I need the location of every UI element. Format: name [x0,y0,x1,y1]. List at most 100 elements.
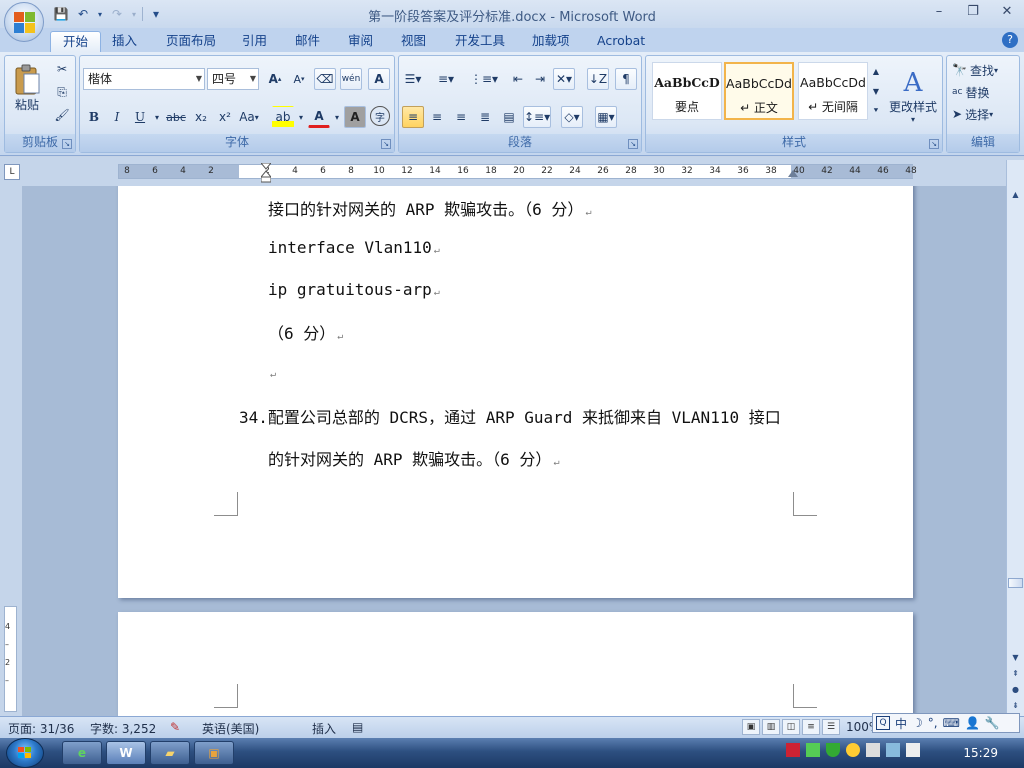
show-marks-icon[interactable]: ¶ [615,68,637,90]
volume-icon[interactable] [906,743,920,757]
insert-mode[interactable]: 插入 [312,720,336,737]
styles-scroll-down-icon[interactable]: ▼ [870,82,882,100]
vertical-scrollbar[interactable]: ▲ ▼ ⇞ ● ⇟ [1006,160,1024,716]
proofing-icon[interactable]: ✎ [170,720,180,734]
punctuation-icon[interactable]: °, [928,716,938,730]
select-button[interactable]: ➤ 选择 ▾ [951,103,1017,125]
enclose-char-button[interactable]: 字 [370,106,390,126]
text-direction-icon[interactable]: ✕▾ [553,68,575,90]
distribute-icon[interactable]: ▤ [498,106,520,128]
close-button[interactable]: ✕ [990,0,1024,22]
minimize-button[interactable]: – [922,0,956,22]
shrink-font-button[interactable]: A ▾ [288,68,310,90]
ie-taskbar-button[interactable]: e [62,741,102,765]
user-icon[interactable]: 👤 [965,716,980,730]
highlight-dropdown-icon[interactable]: ▾ [296,106,306,128]
style-no-spacing[interactable]: AaBbCcDd ↵ 无间隔 [798,62,868,120]
scroll-down-icon[interactable]: ▼ [1008,650,1023,665]
font-launcher-icon[interactable]: ↘ [381,139,391,149]
folder-taskbar-button[interactable]: ▰ [150,741,190,765]
tab-addins[interactable]: 加载项 [520,31,582,52]
tray-app-icon[interactable] [786,743,800,757]
line-spacing-icon[interactable]: ↕≡▾ [523,106,552,128]
document-line[interactable]: 34.配置公司总部的 DCRS，通过 ARP Guard 来抵御来自 VLAN1… [239,404,781,428]
strikethrough-button[interactable]: abc [165,106,187,128]
next-page-icon[interactable]: ⇟ [1008,698,1023,713]
start-button[interactable] [6,738,44,768]
align-left-icon[interactable]: ≡ [402,106,424,128]
copy-icon[interactable]: ⎘ [51,81,73,103]
paste-button[interactable]: 粘贴 [9,58,45,118]
char-shading-button[interactable]: A [344,106,366,128]
increase-indent-icon[interactable]: ⇥ [529,68,551,90]
ime-logo-icon[interactable]: Q [876,716,890,730]
underline-button[interactable]: U [129,106,151,128]
moon-icon[interactable]: ☽ [912,716,923,730]
tab-developer[interactable]: 开发工具 [443,31,517,52]
scroll-up-icon[interactable]: ▲ [1008,187,1023,202]
document-page[interactable] [118,612,913,716]
bullets-icon[interactable]: ☰▾ [402,68,424,90]
tray-network-icon[interactable] [806,743,820,757]
tools-icon[interactable]: 🔧 [985,716,1000,730]
indent-marker-icon[interactable] [261,163,271,183]
restore-button[interactable]: ❐ [956,0,990,22]
print-layout-icon[interactable]: ▣ [742,719,760,735]
page-count[interactable]: 页面: 31/36 [8,720,74,737]
document-line[interactable]: ↵ [268,362,276,381]
style-normal[interactable]: AaBbCcDd ↵ 正文 [724,62,794,120]
tray-security-icon[interactable] [846,743,860,757]
document-line[interactable]: ip gratuitous-arp ↵ [268,280,440,299]
word-taskbar-button[interactable]: W [106,741,146,765]
tab-insert[interactable]: 插入 [100,31,149,52]
replace-button[interactable]: ac 替换 [951,81,1017,103]
clear-format-icon[interactable]: ⌫ [314,68,336,90]
browse-object-icon[interactable]: ● [1008,682,1023,697]
phonetic-guide-button[interactable]: wén [340,68,362,90]
tab-acrobat[interactable]: Acrobat [585,31,657,52]
tray-device-icon[interactable] [866,743,880,757]
app-taskbar-button[interactable]: ▣ [194,741,234,765]
styles-more-icon[interactable]: ⯆ [870,102,882,120]
tab-page-layout[interactable]: 页面布局 [154,31,228,52]
right-indent-marker-icon[interactable] [788,170,798,177]
borders-icon[interactable]: ▦▾ [595,106,617,128]
clipboard-launcher-icon[interactable]: ↘ [62,139,72,149]
align-center-icon[interactable]: ≡ [426,106,448,128]
decrease-indent-icon[interactable]: ⇤ [507,68,529,90]
change-case-button[interactable]: Aa ▾ [238,106,260,128]
document-page[interactable]: 接口的针对网关的 ARP 欺骗攻击。（6 分） ↵ interface Vlan1… [118,186,913,598]
styles-launcher-icon[interactable]: ↘ [929,139,939,149]
outline-icon[interactable]: ≡ [802,719,820,735]
document-line[interactable]: （6 分） ↵ [268,320,343,344]
numbering-icon[interactable]: ≡▾ [435,68,457,90]
bold-button[interactable]: B [83,106,105,128]
style-key-point[interactable]: AaBbCcD 要点 [652,62,722,120]
keyboard-icon[interactable]: ⌨ [943,716,960,730]
tab-selector-button[interactable]: L [4,164,20,180]
document-line[interactable]: interface Vlan110 ↵ [268,238,440,257]
office-button[interactable] [4,2,44,42]
word-count[interactable]: 字数: 3,252 [90,720,156,737]
shading-icon[interactable]: ◇▾ [561,106,583,128]
font-color-button[interactable]: A [308,106,330,128]
tab-references[interactable]: 引用 [230,31,279,52]
scrollbar-thumb[interactable] [1008,578,1023,588]
align-right-icon[interactable]: ≡ [450,106,472,128]
font-size-combo[interactable]: 四号 ▼ [207,68,259,90]
macro-record-icon[interactable]: ▤ [352,720,363,734]
tab-mailings[interactable]: 邮件 [283,31,332,52]
char-border-icon[interactable]: A [368,68,390,90]
clock[interactable]: 15:29 [963,746,998,760]
multilevel-list-icon[interactable]: ⋮≡▾ [469,68,499,90]
document-area[interactable]: 接口的针对网关的 ARP 欺骗攻击。（6 分） ↵ interface Vlan1… [22,186,1006,716]
shield-icon[interactable] [826,743,840,757]
document-line[interactable]: 的针对网关的 ARP 欺骗攻击。（6 分） ↵ [268,446,559,470]
font-size-dropdown-icon[interactable]: ▼ [250,69,256,89]
sort-icon[interactable]: ↓Z [587,68,609,90]
format-painter-icon[interactable]: 🖌 [51,104,73,126]
document-line[interactable]: 接口的针对网关的 ARP 欺骗攻击。（6 分） ↵ [268,196,591,220]
paragraph-launcher-icon[interactable]: ↘ [628,139,638,149]
ime-mode[interactable]: 中 [895,715,907,732]
justify-icon[interactable]: ≣ [474,106,496,128]
